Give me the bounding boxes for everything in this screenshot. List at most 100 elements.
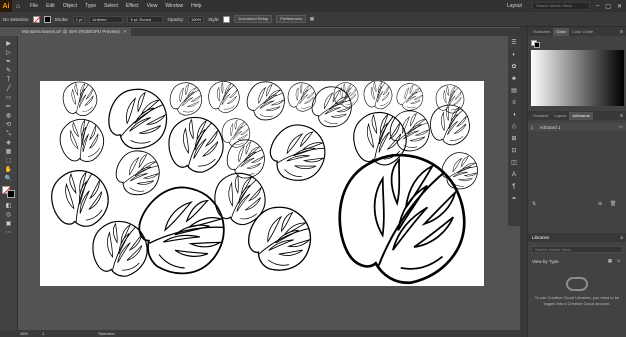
stroke-color-icon [43, 15, 51, 23]
opacity-field[interactable]: 100% [187, 15, 205, 23]
rearrange-icon[interactable]: ⇅ [532, 201, 536, 207]
pencil-tool-icon[interactable]: ✏ [4, 102, 14, 111]
transparency-panel-icon[interactable]: ◑ [510, 110, 518, 119]
eraser-tool-icon[interactable]: ◍ [4, 111, 14, 120]
document-tab-title: Monstera leaves.ai* @ 45% (RGB/GPU Previ… [22, 29, 120, 34]
fill-swatch[interactable] [32, 15, 40, 23]
opacity-label[interactable]: Opacity: [167, 17, 184, 22]
menu-effect[interactable]: Effect [126, 3, 139, 9]
scale-tool-icon[interactable]: ⤡ [4, 129, 14, 138]
transform-panel-icon[interactable]: ⊡ [510, 146, 518, 155]
fill-stroke-widget[interactable] [1, 186, 16, 198]
appearance-panel-icon[interactable]: ◇ [510, 122, 518, 131]
variable-width-profile[interactable]: Uniform [89, 15, 124, 23]
artboard-options-icon[interactable]: ▭ [619, 124, 623, 130]
tab-artboards[interactable]: Artboards [569, 112, 593, 120]
artboard-navigator[interactable]: 1 [42, 331, 44, 336]
menu-object[interactable]: Object [63, 3, 77, 9]
color-spectrum[interactable] [531, 50, 624, 106]
draw-mode-icon[interactable]: ◎ [4, 210, 14, 219]
links-panel-icon[interactable]: ⚭ [510, 194, 518, 203]
view-by-type-dropdown[interactable]: View by Type [532, 259, 559, 264]
rectangle-tool-icon[interactable]: ▭ [4, 93, 14, 102]
close-icon[interactable]: ✕ [617, 3, 622, 10]
stroke-panel-icon[interactable]: ≡ [510, 98, 518, 107]
properties-panel-icon[interactable]: ☰ [510, 38, 518, 47]
selection-tool-icon[interactable]: ▶ [4, 39, 14, 48]
stroke-weight-field[interactable]: 1 pt [72, 15, 86, 23]
panel-dock-edge [520, 27, 527, 337]
graphic-styles-panel-icon[interactable]: ▤ [510, 86, 518, 95]
rotate-tool-icon[interactable]: ⟲ [4, 120, 14, 129]
tools-panel: ▶ ▷ ✒ ✎ T ╱ ▭ ✏ ◍ ⟲ ⤡ ◈ ▦ ⬚ ✋ 🔍 ◧ ◎ ▣ ⋯ [0, 36, 18, 330]
stroke-icon[interactable] [6, 190, 15, 198]
color-panel-icon[interactable]: ◐ [510, 50, 518, 59]
menu-help[interactable]: Help [191, 3, 201, 9]
artboard-number: 1 [531, 124, 534, 130]
curvature-tool-icon[interactable]: ✎ [4, 66, 14, 75]
stroke-label[interactable]: Stroke: [55, 17, 69, 22]
tab-color-guide[interactable]: Color Guide [569, 28, 596, 36]
paragraph-panel-icon[interactable]: ¶ [510, 182, 518, 191]
tab-close-icon[interactable]: × [124, 28, 127, 36]
menu-window[interactable]: Window [165, 3, 183, 9]
edit-toolbar-icon[interactable]: ⋯ [4, 228, 14, 237]
brushes-panel-icon[interactable]: ✿ [510, 62, 518, 71]
right-panels: Swatches Color Color Guide ≡ Gradient La… [527, 27, 626, 337]
character-panel-icon[interactable]: A [510, 170, 518, 179]
panel-menu-icon[interactable]: ≡ [620, 235, 623, 240]
hand-tool-icon[interactable]: ✋ [4, 165, 14, 174]
libraries-title[interactable]: Libraries [532, 235, 549, 240]
grid-list-view-icon[interactable]: ▦ ≡ [608, 258, 622, 264]
artboard-row[interactable]: 1 Artboard 1 ▭ [528, 123, 626, 131]
panel-menu-icon[interactable]: ≡ [620, 28, 623, 36]
brush-definition[interactable]: 5 pt. Round [127, 15, 164, 23]
tab-gradient[interactable]: Gradient [530, 112, 551, 120]
zoom-tool-icon[interactable]: 🔍 [4, 174, 14, 183]
pathfinder-panel-icon[interactable]: ◫ [510, 158, 518, 167]
pen-tool-icon[interactable]: ✒ [4, 57, 14, 66]
color-mode-icon[interactable]: ◧ [4, 201, 14, 210]
zoom-level[interactable]: 45% [20, 331, 28, 336]
direct-selection-tool-icon[interactable]: ▷ [4, 48, 14, 57]
line-tool-icon[interactable]: ╱ [4, 84, 14, 93]
tab-color[interactable]: Color [553, 28, 569, 36]
tab-layers[interactable]: Layers [551, 112, 569, 120]
artboard-tool-icon[interactable]: ⬚ [4, 156, 14, 165]
type-tool-icon[interactable]: T [4, 75, 14, 84]
screen-mode-icon[interactable]: ▣ [4, 219, 14, 228]
align-panel-icon[interactable]: ⊞ [510, 134, 518, 143]
graphic-style-swatch[interactable] [223, 15, 231, 23]
color-fill-stroke[interactable] [531, 40, 541, 48]
menu-file[interactable]: File [30, 3, 38, 9]
workspace-switcher[interactable]: Layout [507, 3, 522, 9]
stock-search-input[interactable]: Search Adobe Stock [531, 2, 590, 10]
panel-menu-icon[interactable]: ≡ [620, 112, 623, 120]
menu-type[interactable]: Type [85, 3, 96, 9]
symbols-panel-icon[interactable]: ♣ [510, 74, 518, 83]
home-icon[interactable]: ⌂ [12, 0, 24, 12]
menu-edit[interactable]: Edit [46, 3, 55, 9]
shape-builder-tool-icon[interactable]: ◈ [4, 138, 14, 147]
tab-swatches[interactable]: Swatches [530, 28, 553, 36]
libraries-search-input[interactable]: Search Adobe Stock [531, 246, 623, 253]
color-stroke-icon[interactable] [534, 42, 540, 48]
menu-view[interactable]: View [147, 3, 158, 9]
main-menu: File Edit Object Type Select Effect View… [30, 3, 209, 9]
document-setup-button[interactable]: Document Setup [234, 15, 273, 23]
document-tab[interactable]: Monstera leaves.ai* @ 45% (RGB/GPU Previ… [18, 28, 131, 36]
artboard[interactable] [40, 81, 484, 286]
artboards-panel-tabs: Gradient Layers Artboards ≡ [528, 111, 626, 120]
minimize-icon[interactable]: – [596, 3, 599, 9]
menu-select[interactable]: Select [104, 3, 118, 9]
canvas-area[interactable] [18, 36, 520, 330]
preferences-button[interactable]: Preferences [276, 15, 306, 23]
delete-artboard-icon[interactable]: 🗑 [610, 201, 616, 207]
arrange-documents-icon[interactable]: ▦ [310, 16, 314, 22]
status-bar: 45% 1 Selection [0, 330, 520, 337]
new-artboard-icon[interactable]: ⊕ [598, 201, 602, 207]
artboard-name[interactable]: Artboard 1 [540, 125, 561, 130]
maximize-icon[interactable]: ▢ [605, 3, 611, 10]
stroke-swatch[interactable] [43, 15, 51, 23]
gradient-tool-icon[interactable]: ▦ [4, 147, 14, 156]
